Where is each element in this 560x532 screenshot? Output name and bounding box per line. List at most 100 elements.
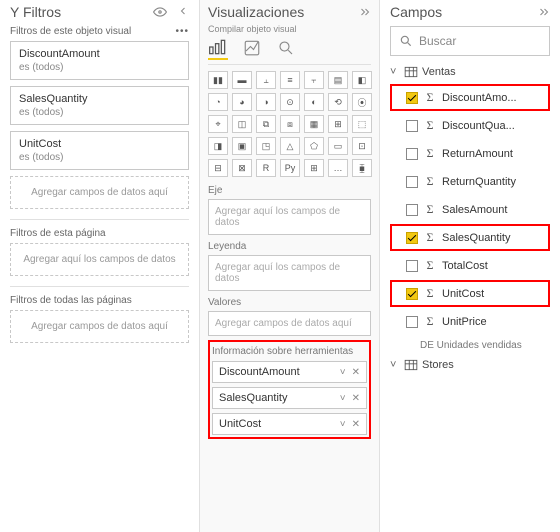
viz-type-icon[interactable]: ⧉ bbox=[256, 115, 276, 133]
tooltip-field[interactable]: DiscountAmount ˅ ✕ bbox=[212, 361, 367, 383]
legend-label: Leyenda bbox=[208, 241, 371, 252]
field-row[interactable]: Σ TotalCost bbox=[390, 252, 550, 279]
viz-type-icon[interactable]: ▦ bbox=[304, 115, 324, 133]
remove-icon[interactable]: ✕ bbox=[352, 419, 360, 430]
field-checkbox[interactable] bbox=[406, 120, 418, 132]
table-icon bbox=[404, 359, 418, 371]
tab-build[interactable] bbox=[208, 38, 228, 60]
viz-type-icon[interactable]: ⌖ bbox=[208, 115, 228, 133]
viz-type-icon[interactable]: ⊡ bbox=[352, 137, 372, 155]
viz-type-icon[interactable]: ⊟ bbox=[208, 159, 228, 177]
search-input[interactable]: Buscar bbox=[390, 26, 550, 56]
tooltip-highlight: Información sobre herramientas DiscountA… bbox=[208, 340, 371, 439]
field-row[interactable]: Σ DiscountQua... bbox=[390, 112, 550, 139]
field-row[interactable]: Σ ReturnQuantity bbox=[390, 168, 550, 195]
viz-type-icon[interactable]: ◳ bbox=[256, 137, 276, 155]
field-checkbox[interactable] bbox=[406, 288, 418, 300]
viz-type-icon[interactable]: ◕ bbox=[232, 93, 252, 111]
chevron-down-icon[interactable]: ˅ bbox=[340, 367, 346, 378]
sigma-icon: Σ bbox=[424, 118, 436, 133]
eye-icon[interactable] bbox=[153, 5, 167, 19]
filter-card[interactable]: UnitCost es (todos) bbox=[10, 131, 189, 170]
field-checkbox[interactable] bbox=[406, 148, 418, 160]
viz-type-icon[interactable]: ⬚ bbox=[352, 115, 372, 133]
tooltip-label: Información sobre herramientas bbox=[212, 346, 367, 357]
viz-type-icon[interactable]: ⟲ bbox=[328, 93, 348, 111]
field-checkbox[interactable] bbox=[406, 204, 418, 216]
sigma-icon: Σ bbox=[424, 258, 436, 273]
filter-card[interactable]: SalesQuantity es (todos) bbox=[10, 86, 189, 125]
field-checkbox[interactable] bbox=[406, 260, 418, 272]
tooltip-field[interactable]: SalesQuantity ˅ ✕ bbox=[212, 387, 367, 409]
viz-type-icon[interactable]: ▤ bbox=[328, 71, 348, 89]
add-visual-filter-dropzone[interactable]: Agregar campos de datos aquí bbox=[10, 176, 189, 209]
viz-type-icon[interactable]: ◫ bbox=[232, 115, 252, 133]
field-row[interactable]: Σ ReturnAmount bbox=[390, 140, 550, 167]
viz-type-icon[interactable]: ▮▮ bbox=[208, 71, 228, 89]
viz-type-icon[interactable]: … bbox=[328, 159, 348, 177]
viz-type-icon[interactable]: ⬠ bbox=[304, 137, 324, 155]
field-row[interactable]: Σ UnitCost bbox=[390, 280, 550, 307]
field-checkbox[interactable] bbox=[406, 232, 418, 244]
filter-card[interactable]: DiscountAmount es (todos) bbox=[10, 41, 189, 80]
viz-type-icon[interactable]: △ bbox=[280, 137, 300, 155]
viz-type-icon[interactable]: ⧈ bbox=[280, 115, 300, 133]
field-row[interactable]: Σ SalesQuantity bbox=[390, 224, 550, 251]
table-name: Ventas bbox=[422, 66, 456, 78]
more-icon[interactable]: ••• bbox=[175, 26, 189, 37]
filters-pane: Y Filtros Filtros de este objeto visual … bbox=[0, 0, 200, 532]
viz-type-icon[interactable]: ◧ bbox=[352, 71, 372, 89]
add-page-filter-dropzone[interactable]: Agregar aquí los campos de datos bbox=[10, 243, 189, 276]
tooltip-field[interactable]: UnitCost ˅ ✕ bbox=[212, 413, 367, 435]
axis-well[interactable]: Agregar aquí los campos de datos bbox=[208, 199, 371, 235]
table-header[interactable]: ˅ Stores bbox=[390, 359, 550, 371]
viz-type-icon[interactable]: ◨ bbox=[208, 137, 228, 155]
viz-type-icon[interactable]: ≡ bbox=[280, 71, 300, 89]
chevron-down-icon[interactable]: ˅ bbox=[340, 393, 346, 404]
tab-analytics[interactable] bbox=[276, 39, 296, 59]
chevron-down-icon[interactable]: ˅ bbox=[340, 419, 346, 430]
values-well[interactable]: Agregar campos de datos aquí bbox=[208, 311, 371, 336]
visual-filters-text: Filtros de este objeto visual bbox=[10, 26, 131, 37]
viz-type-icon[interactable]: ⊙ bbox=[280, 93, 300, 111]
viz-type-icon[interactable]: ◔ bbox=[208, 93, 228, 111]
search-placeholder: Buscar bbox=[419, 34, 456, 48]
remove-icon[interactable]: ✕ bbox=[352, 393, 360, 404]
viz-type-icon[interactable]: ⦿ bbox=[352, 93, 372, 111]
viz-type-icon[interactable]: ⊞ bbox=[304, 159, 324, 177]
tooltip-field-name: DiscountAmount bbox=[219, 366, 300, 378]
field-row[interactable]: Σ DiscountAmo... bbox=[390, 84, 550, 111]
viz-type-icon[interactable]: ▬ bbox=[232, 71, 252, 89]
viz-type-icon[interactable]: ▭ bbox=[328, 137, 348, 155]
field-checkbox[interactable] bbox=[406, 92, 418, 104]
table-header[interactable]: ˅ Ventas bbox=[390, 66, 550, 78]
viz-type-icon[interactable]: ◐ bbox=[304, 93, 324, 111]
tab-format[interactable] bbox=[242, 39, 262, 59]
viz-type-icon[interactable]: Py bbox=[280, 159, 300, 177]
measure-row[interactable]: DE Unidades vendidas bbox=[390, 336, 550, 359]
field-checkbox[interactable] bbox=[406, 176, 418, 188]
expand-icon[interactable] bbox=[538, 6, 550, 18]
viz-type-icon[interactable]: ⊞ bbox=[328, 115, 348, 133]
viz-type-icon[interactable]: ⫟ bbox=[304, 71, 324, 89]
fields-header: Campos bbox=[390, 4, 550, 20]
collapse-icon[interactable] bbox=[177, 5, 189, 19]
viz-type-icon[interactable]: R bbox=[256, 159, 276, 177]
filters-title: Y Filtros bbox=[10, 4, 61, 20]
sigma-icon: Σ bbox=[424, 286, 436, 301]
add-all-filter-dropzone[interactable]: Agregar campos de datos aquí bbox=[10, 310, 189, 343]
viz-type-icon[interactable]: ◑ bbox=[256, 93, 276, 111]
expand-icon[interactable] bbox=[359, 6, 371, 18]
viz-type-icon[interactable]: ⫠ bbox=[256, 71, 276, 89]
viz-type-icon[interactable]: ⊠ bbox=[232, 159, 252, 177]
field-row[interactable]: Σ UnitPrice bbox=[390, 308, 550, 335]
viz-type-icon[interactable]: ▣ bbox=[232, 137, 252, 155]
field-row[interactable]: Σ SalesAmount bbox=[390, 196, 550, 223]
remove-icon[interactable]: ✕ bbox=[352, 367, 360, 378]
tooltip-field-name: SalesQuantity bbox=[219, 392, 287, 404]
viz-type-icon[interactable]: ⧯ bbox=[352, 159, 372, 177]
page-filters-label: Filtros de esta página bbox=[10, 228, 189, 239]
field-checkbox[interactable] bbox=[406, 316, 418, 328]
legend-well[interactable]: Agregar aquí los campos de datos bbox=[208, 255, 371, 291]
fields-pane: Campos Buscar ˅ Ventas Σ DiscountAmo... … bbox=[380, 0, 560, 532]
